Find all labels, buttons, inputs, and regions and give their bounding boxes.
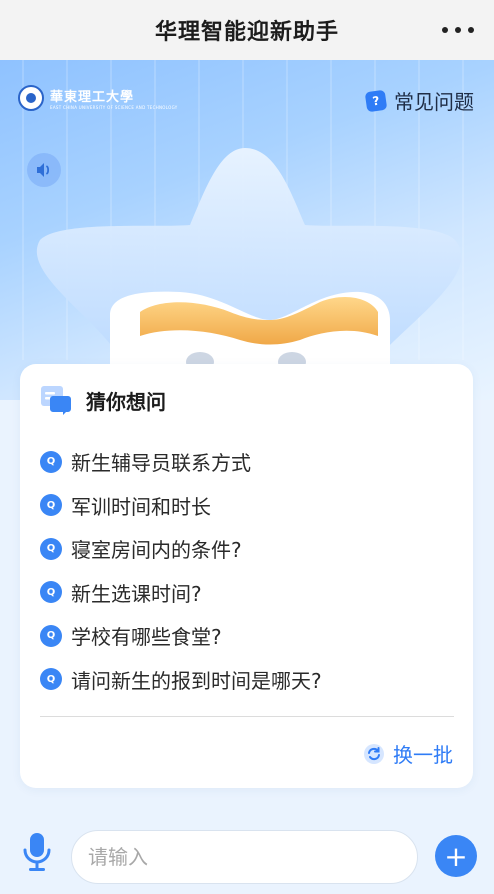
question-list: Q 新生辅导员联系方式 Q 军训时间和时长 Q 寝室房间内的条件? Q 新生选课… <box>40 440 450 701</box>
question-label: 新生选课时间? <box>71 581 202 606</box>
question-label: 新生辅导员联系方式 <box>71 451 251 476</box>
university-emblem-icon <box>18 85 44 111</box>
faq-button[interactable]: ? 常见问题 <box>364 86 474 115</box>
university-logo: 華東理工大學 EAST CHINA UNIVERSITY OF SCIENCE … <box>18 85 178 111</box>
question-item[interactable]: Q 新生选课时间? <box>40 571 450 615</box>
divider <box>40 716 454 717</box>
question-label: 寝室房间内的条件? <box>71 538 242 563</box>
navigation-bar: 华理智能迎新助手 <box>0 0 494 60</box>
question-item[interactable]: Q 寝室房间内的条件? <box>40 527 450 571</box>
logo-name: 華東理工大學 <box>50 90 135 105</box>
page-title: 华理智能迎新助手 <box>154 20 339 45</box>
more-dots-icon[interactable] <box>442 18 474 42</box>
question-badge-icon: Q <box>40 624 62 647</box>
logo-subtext: EAST CHINA UNIVERSITY OF SCIENCE AND TEC… <box>50 105 178 110</box>
question-item[interactable]: Q 请问新生的报到时间是哪天? <box>40 658 450 702</box>
card-title: 猜你想问 <box>86 389 166 414</box>
question-badge-icon: Q <box>40 668 62 691</box>
question-badge-icon: Q <box>40 537 62 560</box>
chat-bubbles-icon <box>41 386 71 415</box>
input-bar: + <box>0 820 494 894</box>
question-badge-icon: Q <box>40 494 62 517</box>
question-label: 军训时间和时长 <box>71 494 211 519</box>
refresh-button[interactable]: 换一批 <box>363 739 453 768</box>
plus-icon[interactable]: + <box>435 835 477 877</box>
question-chat-icon: ? <box>364 89 388 112</box>
faq-label: 常见问题 <box>394 90 474 114</box>
question-item[interactable]: Q 军训时间和时长 <box>40 484 450 528</box>
suggestions-card: 猜你想问 Q 新生辅导员联系方式 Q 军训时间和时长 Q 寝室房间内的条件? Q… <box>20 364 473 788</box>
question-label: 请问新生的报到时间是哪天? <box>71 668 322 693</box>
question-item[interactable]: Q 新生辅导员联系方式 <box>40 440 450 484</box>
question-label: 学校有哪些食堂? <box>71 625 222 650</box>
question-item[interactable]: Q 学校有哪些食堂? <box>40 614 450 658</box>
star-mascot <box>36 148 462 380</box>
question-badge-icon: Q <box>40 450 62 473</box>
refresh-label: 换一批 <box>393 743 453 767</box>
message-input[interactable] <box>71 830 418 884</box>
card-header: 猜你想问 <box>40 384 166 416</box>
microphone-icon[interactable] <box>21 831 53 877</box>
question-badge-icon: Q <box>40 581 62 604</box>
refresh-icon <box>364 743 384 764</box>
